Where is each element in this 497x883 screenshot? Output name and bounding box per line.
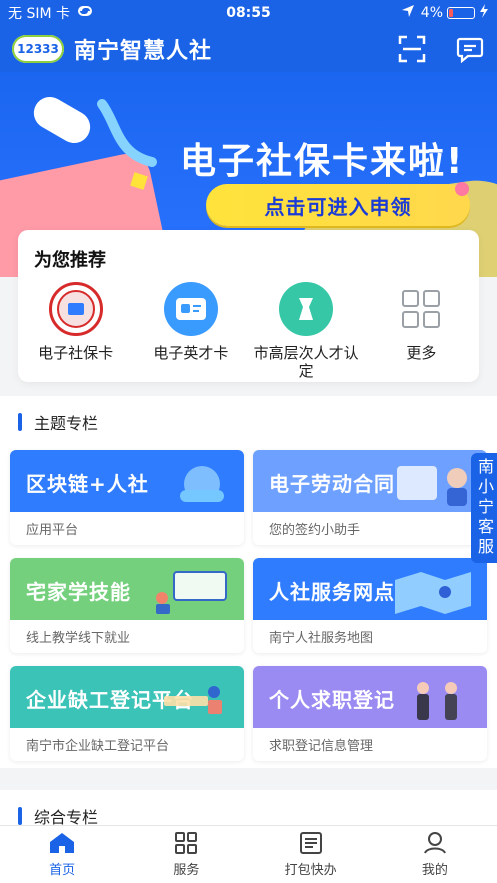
checklist-icon: [299, 832, 322, 854]
tab-label: 服务: [173, 863, 200, 878]
grid-more-icon: [394, 282, 448, 336]
topic-card-skills[interactable]: 宅家学技能 线上教学线下就业: [10, 558, 244, 653]
topic-card-name: 人社服务网点: [269, 580, 395, 604]
bottom-tabbar: 首页 服务 打包快办 我的: [0, 825, 497, 883]
battery-icon: [447, 7, 475, 19]
mouse-illustration-icon: [22, 84, 172, 198]
header: 无 SIM 卡 08:55 4% 12333 南宁智慧人社: [0, 0, 497, 72]
topic-card-sub: 求职登记信息管理: [269, 739, 374, 754]
map-illustration-icon: [395, 572, 471, 614]
recommend-item-talent-card[interactable]: 电子英才卡: [136, 282, 246, 380]
topic-card-name: 区块链+人社: [26, 472, 149, 496]
recommend-item-more[interactable]: 更多: [366, 282, 476, 380]
tab-mine[interactable]: 我的: [373, 826, 497, 883]
tab-label: 打包快办: [284, 863, 337, 878]
tab-package[interactable]: 打包快办: [249, 826, 373, 883]
topics-title: 主题专栏: [34, 414, 99, 433]
topic-card-service-points[interactable]: 人社服务网点 南宁人社服务地图: [253, 558, 487, 653]
topic-card-name: 个人求职登记: [269, 688, 395, 712]
recommend-item-talent-certification[interactable]: 市高层次人才认定: [251, 282, 361, 380]
status-bar: 无 SIM 卡 08:55 4%: [0, 0, 497, 26]
blockchain-illustration-icon: [180, 466, 224, 502]
battery: 4%: [421, 4, 489, 22]
recommend-card: 为您推荐 电子社保卡 电子英才卡 市高层次人才认定 更多: [18, 230, 479, 382]
topic-card-sub: 您的签约小助手: [269, 523, 361, 538]
app-title: 南宁智慧人社: [74, 39, 213, 64]
tab-services[interactable]: 服务: [124, 826, 248, 883]
status-left: 无 SIM 卡: [8, 3, 94, 23]
link-icon: [76, 4, 94, 22]
message-button[interactable]: [455, 34, 485, 64]
banner-dot: [455, 182, 469, 196]
user-icon: [423, 832, 446, 854]
recommend-title: 为您推荐: [34, 250, 106, 271]
job-seekers-illustration-icon: [417, 682, 457, 720]
section-bar: [18, 807, 22, 825]
topics-header: 主题专栏: [0, 396, 497, 448]
location-arrow-icon: [401, 4, 415, 22]
charging-icon: [479, 4, 489, 22]
recommend-item-e-social-card[interactable]: 电子社保卡: [21, 282, 131, 380]
home-icon: [50, 833, 75, 853]
banner-cta[interactable]: 点击可进入申领: [206, 184, 470, 226]
tab-label: 首页: [49, 863, 76, 878]
topic-card-name: 宅家学技能: [26, 580, 131, 604]
scan-button[interactable]: [397, 34, 427, 64]
topic-card-labor-shortage[interactable]: 企业缺工登记平台 南宁市企业缺工登记平台: [10, 666, 244, 761]
services-grid-icon: [175, 832, 198, 854]
topic-card-job-registration[interactable]: 个人求职登记 求职登记信息管理: [253, 666, 487, 761]
chat-icon: [456, 37, 484, 63]
tab-label: 我的: [421, 863, 448, 878]
topic-card-sub: 应用平台: [26, 523, 79, 538]
banner-headline: 电子社保卡来啦!: [180, 141, 465, 182]
contract-illustration-icon: [397, 466, 467, 506]
topic-card-blockchain[interactable]: 区块链+人社 应用平台: [10, 450, 244, 545]
app-bar: 12333 南宁智慧人社: [0, 26, 497, 72]
tab-home[interactable]: 首页: [0, 826, 124, 883]
app-logo: 12333: [12, 35, 64, 63]
appbar-actions: [397, 34, 485, 64]
office-illustration-icon: [164, 686, 222, 714]
recommend-item-label: 更多: [406, 344, 437, 362]
logo-text: 12333: [17, 42, 59, 56]
topic-card-e-contract[interactable]: 电子劳动合同 您的签约小助手: [253, 450, 487, 545]
battery-percent: 4%: [420, 5, 443, 21]
status-right: 4%: [401, 4, 489, 22]
customer-service-label: 南小宁客服: [475, 458, 494, 558]
topic-card-sub: 南宁人社服务地图: [269, 631, 374, 646]
section-bar: [18, 413, 22, 431]
customer-service-tag[interactable]: 南小宁客服: [471, 453, 497, 563]
scan-icon: [398, 35, 426, 63]
social-security-seal-icon: [48, 282, 103, 336]
classroom-illustration-icon: [156, 571, 227, 614]
topic-card-name: 电子劳动合同: [269, 472, 395, 496]
topics-section: 主题专栏 区块链+人社 应用平台 电子劳动合同 您的签约小助手 宅家学技能 线上…: [0, 396, 497, 768]
recommend-items: 电子社保卡 电子英才卡 市高层次人才认定 更多: [18, 282, 479, 380]
carrier-text: 无 SIM 卡: [8, 6, 70, 22]
recommend-item-label: 市高层次人才认定: [253, 344, 359, 380]
talent-certification-icon: [279, 282, 334, 336]
recommend-item-label: 电子社保卡: [38, 344, 114, 362]
banner-cta-label: 点击可进入申领: [264, 194, 412, 219]
topic-card-sub: 南宁市企业缺工登记平台: [26, 739, 170, 754]
id-card-icon: [163, 282, 218, 336]
topic-card-sub: 线上教学线下就业: [26, 631, 131, 646]
recommend-item-label: 电子英才卡: [153, 344, 229, 362]
